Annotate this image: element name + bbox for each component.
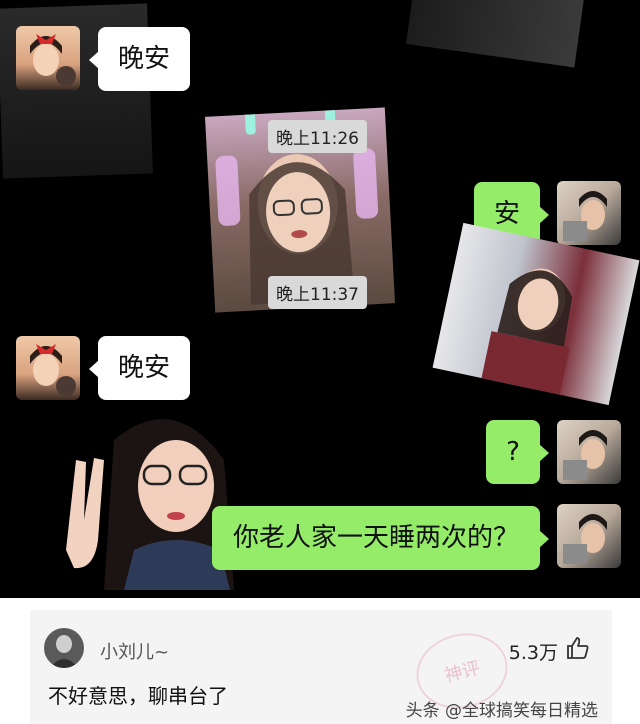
sticker-photo-right	[432, 222, 640, 406]
source-watermark: 头条 @全球搞笑每日精选	[405, 701, 598, 721]
message-text: 你老人家一天睡两次的？	[232, 523, 519, 553]
my-avatar[interactable]	[557, 504, 621, 568]
message-bubble-outgoing[interactable]: 你老人家一天睡两次的？	[212, 506, 549, 570]
chat-screenshot: 晚安 晚上11:26 晚上11:37 安 晚安 ? 你老人家一天睡两次的？	[0, 0, 640, 598]
avatar-illustration	[563, 191, 607, 241]
my-avatar[interactable]	[557, 181, 621, 245]
contact-avatar[interactable]	[16, 26, 80, 90]
commenter-name[interactable]: 小刘儿~	[100, 638, 169, 664]
message-text: ?	[506, 437, 520, 467]
timestamp: 晚上11:37	[268, 276, 367, 309]
message-bubble-incoming[interactable]: 晚安	[89, 336, 190, 400]
message-text: 安	[493, 199, 520, 229]
message-text: 晚安	[117, 353, 170, 383]
sticker-photo-top-right	[405, 0, 585, 68]
message-text: 晚安	[117, 44, 170, 74]
thumbs-up-icon[interactable]	[566, 636, 590, 660]
stamp-text: 神评	[442, 657, 483, 687]
message-bubble-incoming[interactable]: 晚安	[89, 27, 190, 91]
avatar-illustration	[44, 628, 84, 668]
contact-avatar[interactable]	[16, 336, 80, 400]
message-bubble-outgoing[interactable]: ?	[486, 420, 549, 484]
comment-card: 小刘儿~ 神评 5.3万 不好意思，聊串台了 头条 @全球搞笑每日精选	[30, 610, 612, 724]
avatar-illustration	[30, 34, 76, 86]
timestamp-text: 晚上11:26	[276, 129, 359, 149]
sticker-illustration	[481, 268, 573, 395]
timestamp-text: 晚上11:37	[276, 285, 359, 305]
avatar-illustration	[563, 514, 607, 564]
like-count: 5.3万	[508, 642, 558, 664]
my-avatar[interactable]	[557, 420, 621, 484]
avatar-illustration	[563, 430, 607, 480]
avatar-illustration	[30, 344, 76, 396]
timestamp: 晚上11:26	[268, 120, 367, 153]
commenter-avatar[interactable]	[44, 628, 84, 668]
comment-text: 不好意思，聊串台了	[48, 684, 228, 708]
